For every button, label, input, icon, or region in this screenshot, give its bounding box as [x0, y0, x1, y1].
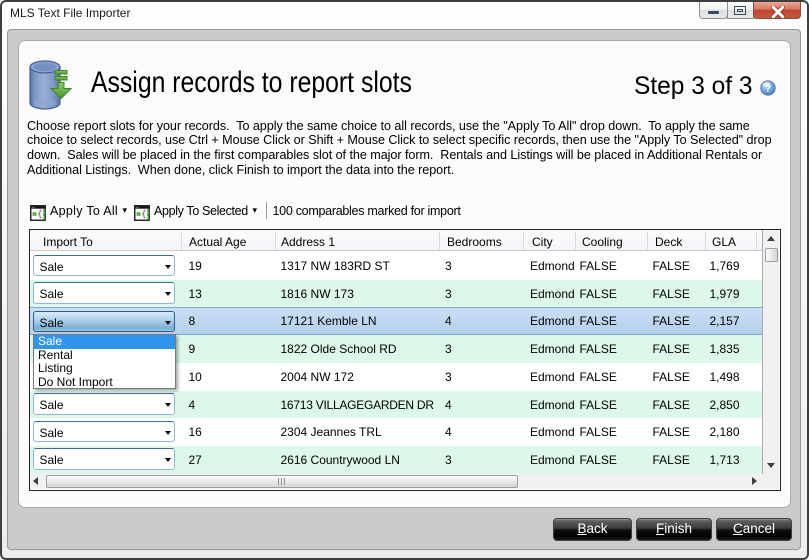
- svg-text:?: ?: [765, 83, 771, 95]
